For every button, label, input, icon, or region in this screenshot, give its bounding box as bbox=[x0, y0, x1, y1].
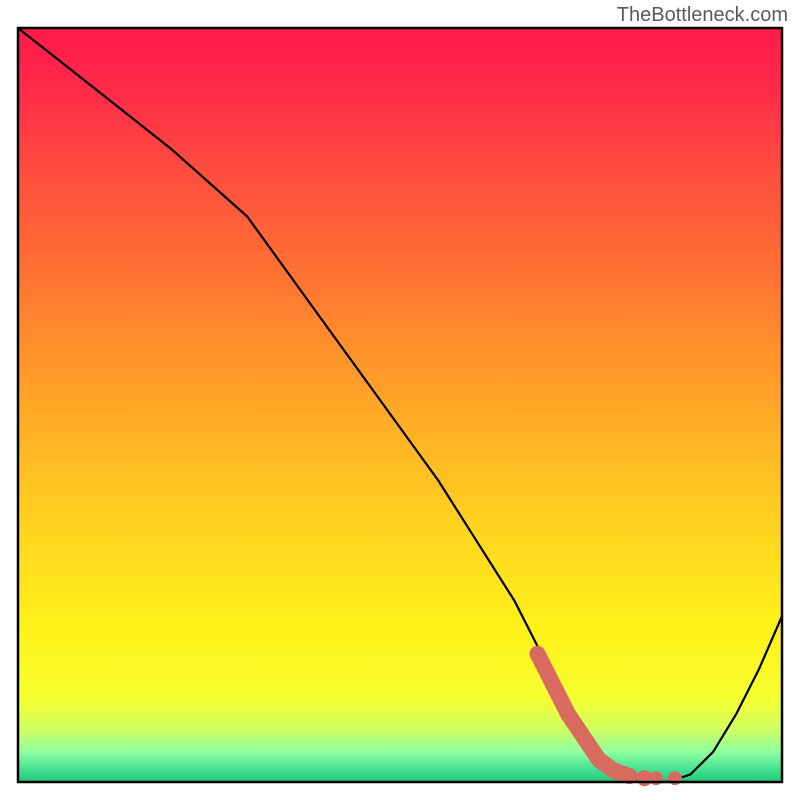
chart-container: TheBottleneck.com bbox=[0, 0, 800, 800]
watermark-text: TheBottleneck.com bbox=[617, 4, 788, 27]
gradient-background bbox=[18, 28, 782, 782]
bottleneck-chart bbox=[0, 0, 800, 800]
